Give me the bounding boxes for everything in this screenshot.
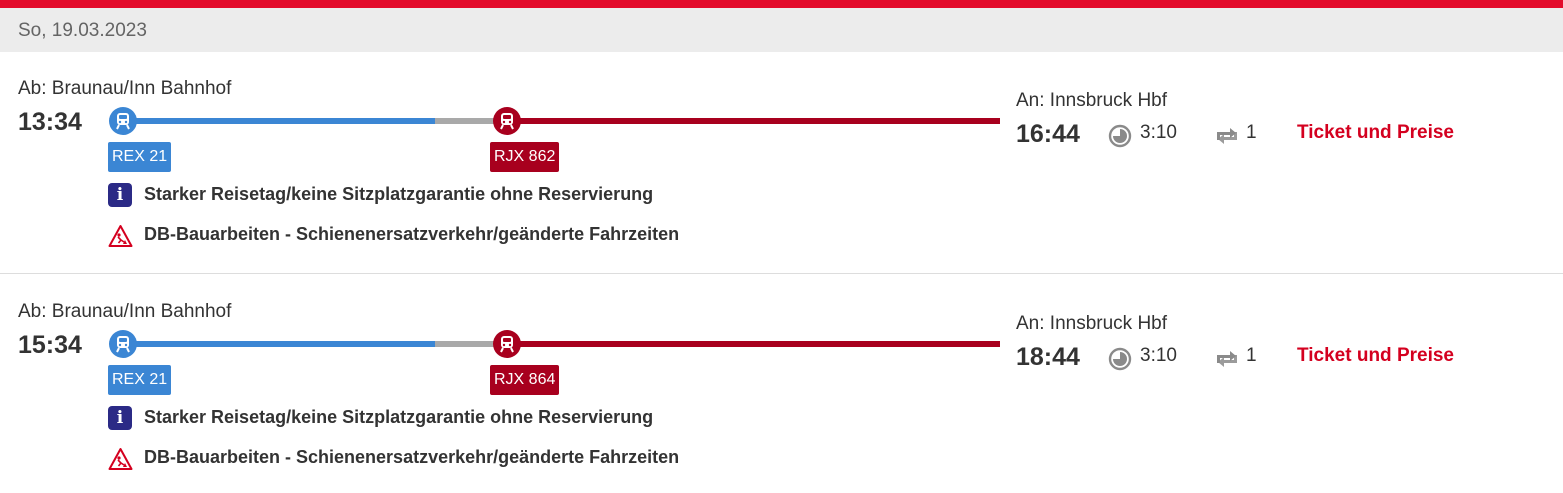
line-badge: RJX 862 <box>490 142 560 172</box>
notice-text: DB-Bauarbeiten - Schienenersatzverkehr/g… <box>144 447 680 467</box>
duration: 3:10 <box>1140 345 1177 366</box>
line-badge: REX 21 <box>108 365 172 395</box>
clock-icon <box>1108 347 1132 371</box>
train-front-icon <box>109 330 137 358</box>
changes-count: 1 <box>1246 122 1257 143</box>
notice-text: Starker Reisetag/keine Sitzplatzgarantie… <box>144 184 654 204</box>
clock-icon <box>1108 124 1132 148</box>
departure-time: 15:34 <box>18 331 82 359</box>
departure-time: 13:34 <box>18 108 82 136</box>
notice-text: DB-Bauarbeiten - Schienenersatzverkehr/g… <box>144 224 680 244</box>
date-label: So, 19.03.2023 <box>18 20 147 41</box>
duration: 3:10 <box>1140 122 1177 143</box>
top-accent-bar <box>0 0 1563 8</box>
info-icon: i <box>108 183 132 207</box>
journey-row[interactable]: Ab: Braunau/Inn Bahnhof 15:34 REX 21 RJX… <box>0 275 1563 493</box>
date-header: So, 19.03.2023 <box>0 8 1563 52</box>
notice-text: Starker Reisetag/keine Sitzplatzgarantie… <box>144 407 654 427</box>
arrival-station: An: Innsbruck Hbf <box>1016 90 1168 111</box>
info-icon: i <box>108 406 132 430</box>
train-front-icon <box>109 107 137 135</box>
construction-warning-icon <box>108 448 133 470</box>
line-badge: RJX 864 <box>490 365 560 395</box>
leg-bar-longdistance <box>507 118 1000 124</box>
leg-bar-regional <box>123 118 435 124</box>
arrival-station: An: Innsbruck Hbf <box>1016 313 1168 334</box>
arrival-time: 18:44 <box>1016 343 1080 371</box>
transfer-icon <box>1217 351 1237 367</box>
arrival-time: 16:44 <box>1016 120 1080 148</box>
leg-bar-longdistance <box>507 341 1000 347</box>
line-badge: REX 21 <box>108 142 172 172</box>
transfer-icon <box>1217 128 1237 144</box>
train-front-icon <box>493 330 521 358</box>
leg-bar-regional <box>123 341 435 347</box>
changes-count: 1 <box>1246 345 1257 366</box>
ticket-and-prices-link[interactable]: Ticket und Preise <box>1297 122 1454 144</box>
departure-station: Ab: Braunau/Inn Bahnhof <box>18 301 232 322</box>
journey-row[interactable]: Ab: Braunau/Inn Bahnhof 13:34 REX 21 RJX… <box>0 52 1563 274</box>
departure-station: Ab: Braunau/Inn Bahnhof <box>18 78 232 99</box>
train-front-icon <box>493 107 521 135</box>
construction-warning-icon <box>108 225 133 247</box>
ticket-and-prices-link[interactable]: Ticket und Preise <box>1297 345 1454 367</box>
